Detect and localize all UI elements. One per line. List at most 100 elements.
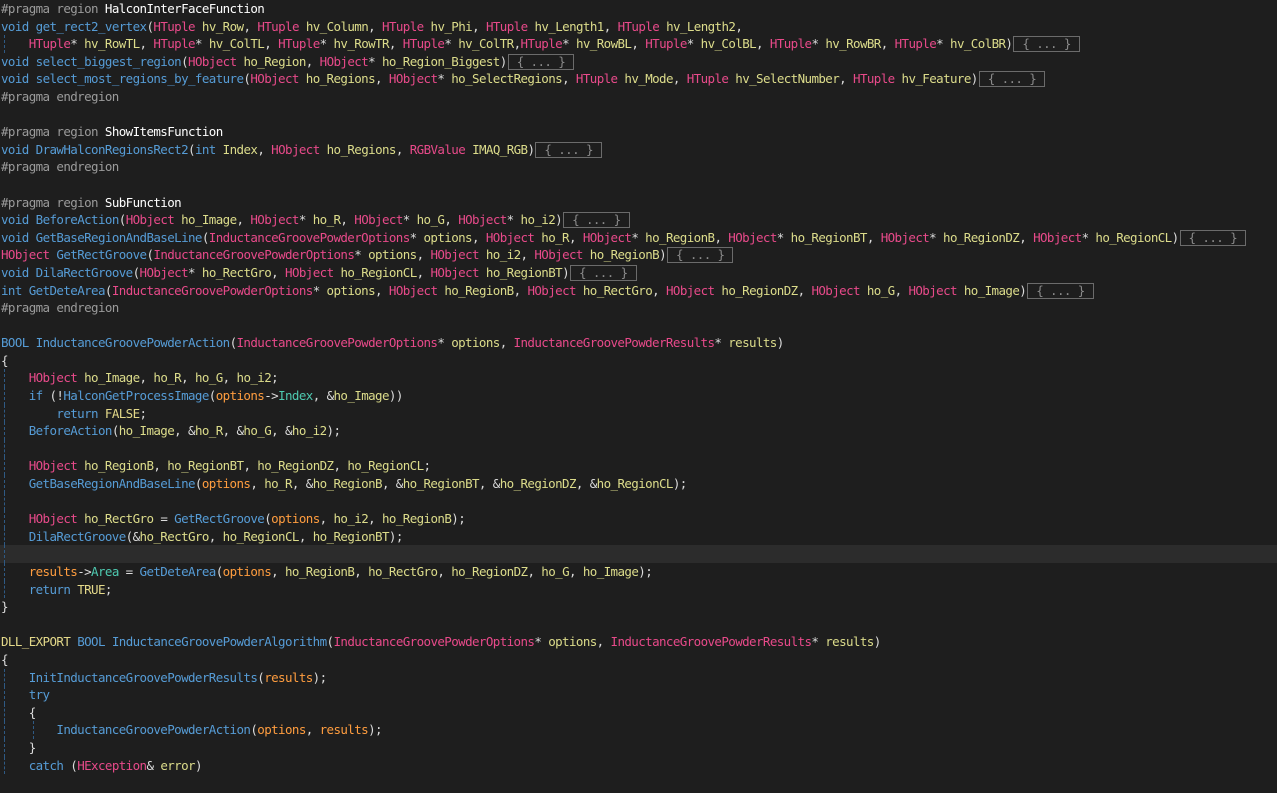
- punctuation-token: *: [714, 335, 729, 351]
- code-line[interactable]: void get_rect2_vertex(HTuple hv_Row, HTu…: [0, 18, 1277, 36]
- code-line[interactable]: BOOL InductanceGroovePowderAction(Induct…: [0, 334, 1277, 352]
- collapsed-region-button[interactable]: { ... }: [563, 212, 630, 229]
- indent-guide: [4, 387, 5, 405]
- code-line[interactable]: DLL_EXPORT BOOL InductanceGroovePowderAl…: [0, 633, 1277, 651]
- identifier-token: ho_Regions: [326, 141, 397, 157]
- identifier-token: ho_RegionB: [312, 476, 383, 492]
- code-line[interactable]: void DilaRectGroove(HObject* ho_RectGro,…: [0, 264, 1277, 282]
- code-line[interactable]: }: [0, 598, 1277, 616]
- code-line[interactable]: [0, 616, 1277, 634]
- code-line[interactable]: catch (HException& error): [0, 756, 1277, 775]
- collapsed-region-button[interactable]: { ... }: [1013, 36, 1080, 53]
- identifier-token: ho_RegionBT: [485, 264, 563, 280]
- identifier-token: ho_RegionDZ: [721, 282, 798, 298]
- punctuation-token: (: [111, 423, 120, 439]
- punctuation-token: ,: [264, 36, 279, 52]
- code-line[interactable]: void GetBaseRegionAndBaseLine(Inductance…: [0, 229, 1277, 247]
- indent-guide: [4, 721, 5, 739]
- code-line[interactable]: GetBaseRegionAndBaseLine(options, ho_R, …: [0, 475, 1277, 493]
- punctuation-token: }: [1, 739, 37, 755]
- code-line[interactable]: }: [0, 738, 1277, 757]
- code-line[interactable]: [0, 317, 1277, 335]
- punctuation-token: [1, 670, 29, 685]
- code-line[interactable]: void DrawHalconRegionsRect2(int Index, H…: [0, 141, 1277, 159]
- punctuation-token: [583, 247, 590, 262]
- code-line[interactable]: {: [0, 651, 1277, 669]
- keyword-token: BOOL: [1, 335, 29, 351]
- identifier-token: ho_RegionB: [589, 247, 660, 263]
- punctuation-token: ->: [264, 388, 279, 404]
- function-token: DilaRectGroove: [28, 528, 127, 544]
- collapsed-region-button[interactable]: { ... }: [570, 264, 637, 281]
- type-token: InductanceGroovePowderResults: [513, 335, 715, 351]
- code-line[interactable]: [0, 545, 1277, 563]
- type-token: HObject: [250, 71, 299, 87]
- indent-guide: [4, 492, 5, 511]
- code-line[interactable]: void select_biggest_region(HObject ho_Re…: [0, 53, 1277, 71]
- identifier-token: ho_Regions: [305, 71, 376, 87]
- identifier-token: ho_RegionB: [645, 229, 715, 245]
- identifier-token: ho_RectGro: [84, 511, 154, 527]
- code-line[interactable]: HObject ho_RectGro = GetRectGroove(optio…: [0, 510, 1277, 528]
- code-line[interactable]: {: [0, 703, 1277, 722]
- code-line[interactable]: #pragma region ShowItemsFunction: [0, 123, 1277, 141]
- collapsed-region-button[interactable]: { ... }: [1027, 282, 1094, 299]
- type-token: HObject: [354, 212, 403, 228]
- code-line[interactable]: DilaRectGroove(&ho_RectGro, ho_RegionCL,…: [0, 527, 1277, 546]
- identifier-token: ho_RegionB: [84, 458, 154, 474]
- code-line[interactable]: HObject GetRectGroove(InductanceGroovePo…: [0, 246, 1277, 264]
- code-line[interactable]: return FALSE;: [0, 404, 1277, 423]
- code-line[interactable]: [0, 106, 1277, 124]
- punctuation-token: [29, 71, 36, 86]
- code-line[interactable]: #pragma endregion: [0, 158, 1277, 176]
- code-line[interactable]: return TRUE;: [0, 580, 1277, 599]
- code-line[interactable]: if (!HalconGetProcessImage(options->Inde…: [0, 387, 1277, 405]
- collapsed-region-button[interactable]: { ... }: [1179, 229, 1247, 246]
- punctuation-token: *: [312, 282, 327, 298]
- punctuation-token: ;: [104, 581, 113, 597]
- collapsed-region-button[interactable]: { ... }: [535, 141, 602, 158]
- code-line[interactable]: [0, 492, 1277, 511]
- type-token: InductanceGroovePowderOptions: [153, 247, 355, 263]
- code-line[interactable]: [0, 176, 1277, 194]
- punctuation-token: *: [194, 36, 209, 52]
- punctuation-token: ,: [568, 229, 583, 245]
- code-line[interactable]: void BeforeAction(HObject ho_Image, HObj…: [0, 211, 1277, 229]
- indent-guide: [4, 668, 5, 687]
- code-line[interactable]: HTuple* hv_RowTL, HTuple* hv_ColTL, HTup…: [0, 35, 1277, 53]
- code-line[interactable]: #pragma endregion: [0, 88, 1277, 106]
- code-line[interactable]: {: [0, 352, 1277, 370]
- code-line[interactable]: #pragma region HalconInterFaceFunction: [0, 0, 1277, 18]
- punctuation-token: *: [319, 36, 334, 52]
- code-line[interactable]: InductanceGroovePowderAction(options, re…: [0, 721, 1277, 739]
- code-line[interactable]: #pragma endregion: [0, 299, 1277, 317]
- identifier-token: options: [368, 247, 417, 263]
- punctuation-token: , &: [271, 423, 292, 439]
- code-line[interactable]: try: [0, 686, 1277, 704]
- code-line[interactable]: int GetDeteArea(InductanceGroovePowderOp…: [0, 282, 1277, 300]
- type-token: HTuple: [617, 18, 660, 34]
- code-line[interactable]: InitInductanceGroovePowderResults(result…: [0, 668, 1277, 687]
- identifier-token: hv_RowTR: [333, 36, 390, 52]
- type-token: HObject: [880, 229, 930, 245]
- function-token: select_most_regions_by_feature: [35, 71, 244, 87]
- type-token: HTuple: [769, 36, 812, 52]
- code-line[interactable]: BeforeAction(ho_Image, &ho_R, &ho_G, &ho…: [0, 422, 1277, 440]
- collapsed-region-button[interactable]: { ... }: [667, 247, 734, 264]
- code-line[interactable]: results->Area = GetDeteArea(options, ho_…: [0, 563, 1277, 581]
- collapsed-region-button[interactable]: { ... }: [507, 53, 575, 70]
- punctuation-token: {: [1, 651, 9, 667]
- type-token: HTuple: [575, 71, 618, 87]
- identifier-token: ho_RegionCL: [340, 264, 417, 280]
- punctuation-token: ,: [527, 564, 542, 579]
- identifier-token: ho_RegionBT: [312, 528, 390, 544]
- punctuation-token: ,: [472, 18, 486, 34]
- code-line[interactable]: HObject ho_RegionB, ho_RegionBT, ho_Regi…: [0, 457, 1277, 476]
- code-line[interactable]: #pragma region SubFunction: [0, 194, 1277, 212]
- code-line[interactable]: void select_most_regions_by_feature(HObj…: [0, 70, 1277, 88]
- code-line[interactable]: [0, 439, 1277, 458]
- code-line[interactable]: HObject ho_Image, ho_R, ho_G, ho_i2;: [0, 369, 1277, 388]
- code-editor[interactable]: #pragma region HalconInterFaceFunction vo…: [0, 0, 1277, 793]
- collapsed-region-button[interactable]: { ... }: [978, 71, 1046, 88]
- punctuation-token: *: [811, 36, 826, 52]
